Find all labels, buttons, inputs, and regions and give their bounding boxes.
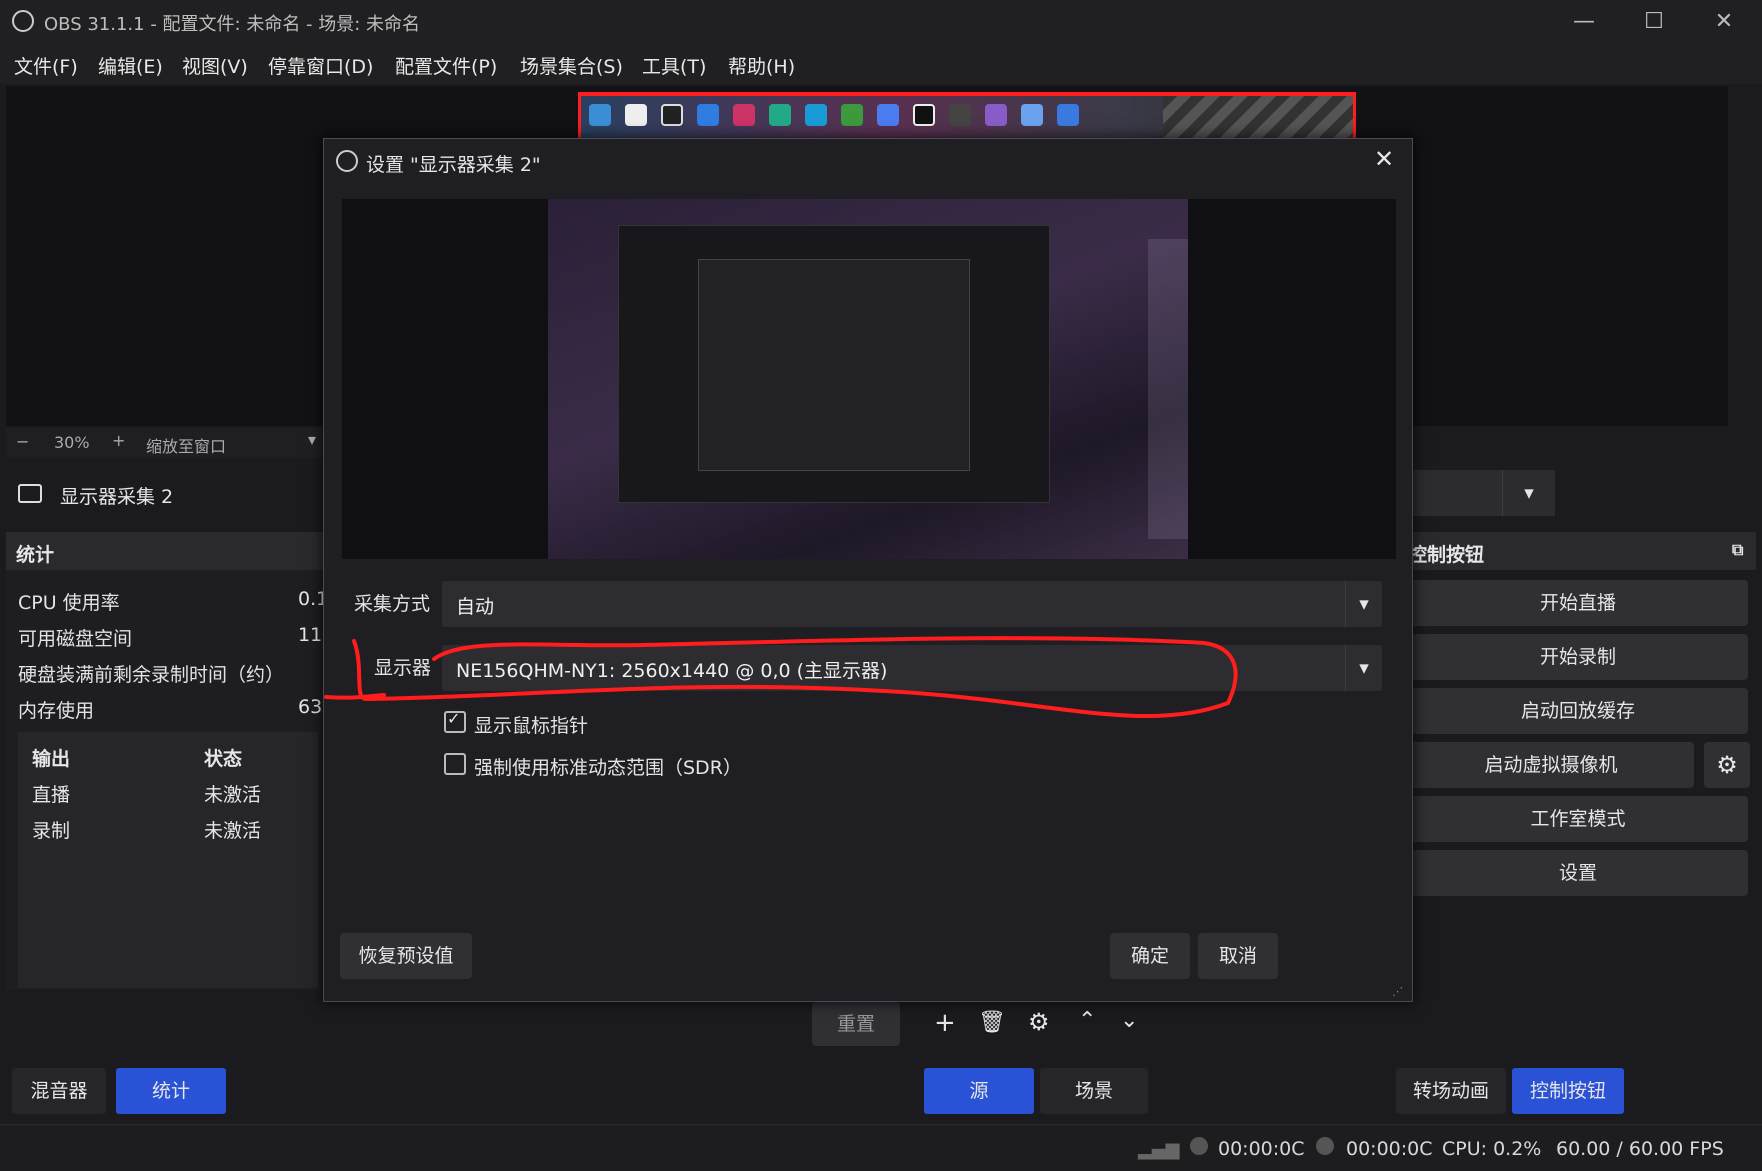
menu-help[interactable]: 帮助(H): [728, 52, 795, 79]
sources-toolbar: + 🗑 ⚙ ⌃ ⌄: [922, 1006, 1384, 1050]
window-title: OBS 31.1.1 - 配置文件: 未命名 - 场景: 未命名: [44, 14, 421, 35]
record-status-icon: [1316, 1137, 1334, 1155]
move-up-icon[interactable]: ⌃: [1078, 1008, 1096, 1033]
title-bar: OBS 31.1.1 - 配置文件: 未命名 - 场景: 未命名 — ☐ ✕: [0, 0, 1762, 44]
zoom-in-button[interactable]: +: [112, 431, 125, 450]
zoom-mode-select[interactable]: 缩放至窗口: [146, 433, 226, 457]
tab-transitions[interactable]: 转场动画: [1396, 1068, 1506, 1114]
transparent-area: [1163, 96, 1353, 140]
status-bar: ▂▄▆ 00:00:0C 00:00:0C CPU: 0.2% 60.00 / …: [0, 1124, 1762, 1171]
add-icon[interactable]: +: [934, 1008, 956, 1038]
gear-icon[interactable]: ⚙: [1704, 742, 1750, 788]
output-status-table: 输出 状态 直播 未激活 录制 未激活: [18, 732, 318, 988]
table-cell: 未激活: [204, 820, 262, 842]
fps-readout: 60.00 / 60.00 FPS: [1556, 1138, 1724, 1160]
obs-logo-icon: [12, 10, 34, 32]
table-cell: 直播: [32, 784, 71, 806]
stream-status-icon: [1190, 1137, 1208, 1155]
signal-icon: ▂▄▆: [1138, 1139, 1180, 1160]
start-stream-button[interactable]: 开始直播: [1408, 580, 1748, 626]
tab-stats[interactable]: 统计: [116, 1068, 226, 1114]
monitor-icon: [18, 484, 42, 503]
menu-file[interactable]: 文件(F): [14, 52, 78, 79]
controls-dock-header: 控制按钮 ⧉: [1402, 532, 1756, 570]
zoom-out-button[interactable]: −: [16, 432, 29, 451]
app-icon: [985, 104, 1007, 126]
record-time: 00:00:0C: [1346, 1138, 1433, 1160]
desktop-icon: [589, 104, 611, 126]
cancel-button[interactable]: 取消: [1198, 933, 1278, 979]
stat-value: 63: [298, 696, 323, 718]
red-annotation-circle: [324, 636, 1238, 718]
stats-title: 统计: [16, 544, 55, 566]
menu-view[interactable]: 视图(V): [182, 52, 248, 79]
app-icon: [841, 104, 863, 126]
app-icon: [697, 104, 719, 126]
app-icon: [733, 104, 755, 126]
stat-label: 硬盘装满前剩余录制时间（约）: [18, 664, 285, 686]
tab-sources[interactable]: 源: [924, 1068, 1034, 1114]
menu-tools[interactable]: 工具(T): [642, 52, 706, 79]
table-cell: 未激活: [204, 784, 262, 806]
start-record-button[interactable]: 开始录制: [1408, 634, 1748, 680]
trash-icon[interactable]: 🗑: [978, 1010, 1006, 1035]
studio-mode-button[interactable]: 工作室模式: [1408, 796, 1748, 842]
zoom-level: 30%: [54, 433, 90, 452]
app-icon: [877, 104, 899, 126]
minimize-icon[interactable]: —: [1556, 6, 1612, 38]
tab-mixer[interactable]: 混音器: [12, 1068, 106, 1114]
table-header: 输出: [32, 748, 71, 770]
properties-dialog: 设置 "显示器采集 2" ✕ 采集方式 自动 ▾ 显示器 NE156QHM-NY…: [323, 138, 1413, 1002]
ok-button[interactable]: 确定: [1110, 933, 1190, 979]
undock-icon[interactable]: ⧉: [1732, 540, 1743, 560]
app-icon: [769, 104, 791, 126]
zoom-bar: − 30% + 缩放至窗口 ▾: [6, 428, 326, 458]
stat-label: 内存使用: [18, 700, 95, 722]
app-icon: [949, 104, 971, 126]
source-name: 显示器采集 2: [60, 486, 174, 508]
chevron-down-icon[interactable]: ▾: [1502, 470, 1555, 516]
tab-scenes[interactable]: 场景: [1040, 1068, 1148, 1114]
table-cell: 录制: [32, 820, 71, 842]
start-replay-buffer-button[interactable]: 启动回放缓存: [1408, 688, 1748, 734]
start-virtual-camera-button[interactable]: 启动虚拟摄像机: [1408, 742, 1694, 788]
qq-icon: [661, 104, 683, 126]
maximize-icon[interactable]: ☐: [1626, 6, 1682, 38]
move-down-icon[interactable]: ⌄: [1120, 1008, 1138, 1033]
restore-defaults-button[interactable]: 恢复预设值: [340, 933, 472, 979]
stats-dock-header: 统计: [6, 532, 326, 570]
menu-scene-collection[interactable]: 场景集合(S): [520, 52, 623, 79]
menu-docks[interactable]: 停靠窗口(D): [268, 52, 373, 79]
menu-profile[interactable]: 配置文件(P): [395, 52, 497, 79]
resize-grip-icon[interactable]: ⋰: [1392, 985, 1403, 998]
app-icon: [1021, 104, 1043, 126]
cpu-usage: CPU: 0.2%: [1442, 1138, 1542, 1160]
stream-time: 00:00:0C: [1218, 1138, 1305, 1160]
document-icon: [625, 104, 647, 126]
menu-edit[interactable]: 编辑(E): [98, 52, 163, 79]
menu-bar: 文件(F) 编辑(E) 视图(V) 停靠窗口(D) 配置文件(P) 场景集合(S…: [0, 44, 1762, 84]
controls-title: 控制按钮: [1408, 544, 1485, 566]
reset-button[interactable]: 重置: [812, 1002, 900, 1046]
table-header: 状态: [204, 748, 243, 770]
app-icon: [1057, 104, 1079, 126]
tab-controls[interactable]: 控制按钮: [1512, 1068, 1624, 1114]
stat-label: 可用磁盘空间: [18, 628, 133, 650]
gear-icon[interactable]: ⚙: [1028, 1008, 1050, 1036]
chevron-down-icon[interactable]: ▾: [308, 430, 316, 449]
settings-button[interactable]: 设置: [1408, 850, 1748, 896]
app-icon: [805, 104, 827, 126]
selected-source-row[interactable]: 显示器采集 2: [6, 470, 326, 520]
app-icon: [913, 104, 935, 126]
stat-label: CPU 使用率: [18, 592, 120, 614]
close-icon[interactable]: ✕: [1696, 6, 1752, 38]
